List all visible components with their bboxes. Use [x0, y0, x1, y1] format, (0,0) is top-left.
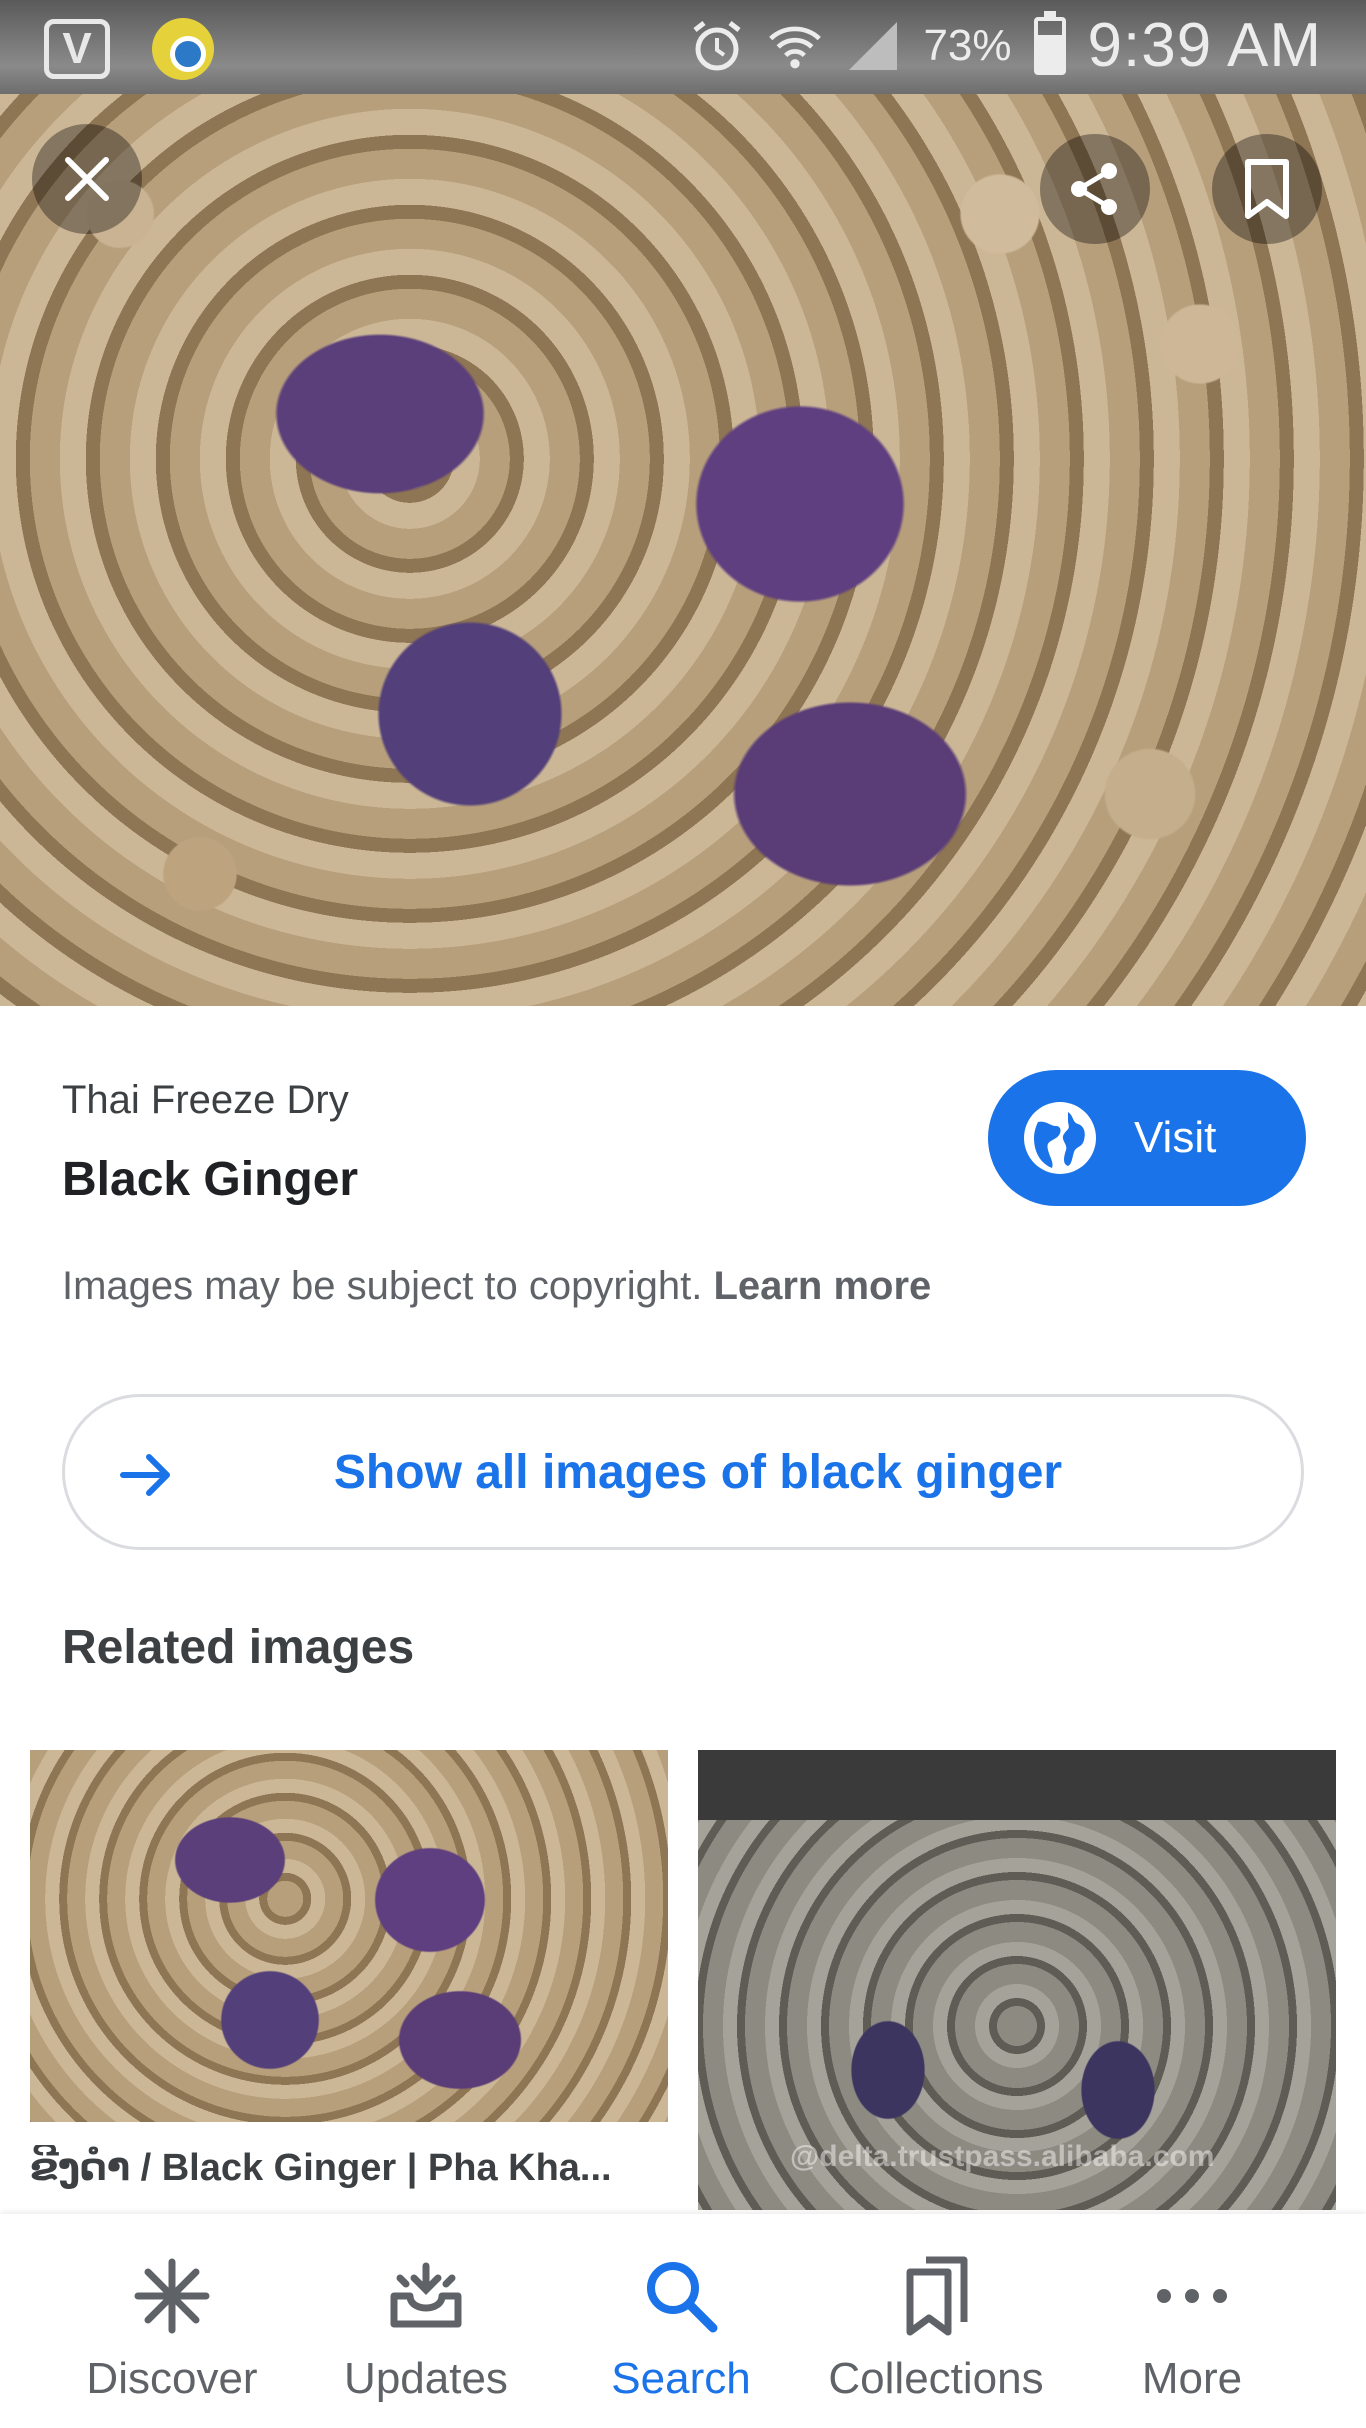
nav-label: More: [1141, 2354, 1243, 2403]
main-image[interactable]: [0, 94, 1366, 1006]
battery-percent: 73%: [923, 20, 1012, 70]
search-icon: [647, 2262, 718, 2333]
show-all-images-button[interactable]: Show all images of black ginger: [62, 1394, 1304, 1550]
related-images-heading: Related images: [62, 1621, 415, 1674]
v-app-icon: V: [44, 19, 110, 79]
nav-label: Collections: [828, 2354, 1044, 2403]
nav-collections[interactable]: Collections: [816, 2256, 1056, 2404]
nav-search[interactable]: Search: [561, 2256, 801, 2404]
bookmark-icon: [1245, 159, 1289, 219]
alarm-icon: [689, 18, 745, 74]
related-image-thumbnail[interactable]: @delta.trustpass.alibaba.com: [698, 1750, 1336, 2210]
image-watermark: @delta.trustpass.alibaba.com: [790, 2140, 1215, 2173]
copyright-text: Images may be subject to copyright.: [62, 1264, 703, 1308]
updates-tray-icon: [390, 2262, 462, 2328]
source-site-name[interactable]: Thai Freeze Dry: [62, 1078, 349, 1123]
save-to-collection-button[interactable]: [1212, 134, 1322, 244]
share-button[interactable]: [1040, 134, 1150, 244]
clock: 9:39 AM: [1087, 11, 1322, 80]
share-icon: [1071, 163, 1117, 215]
signal-icon: [845, 18, 901, 74]
status-bar: V 73% 9:39 AM: [0, 0, 1366, 94]
nav-label: Search: [611, 2354, 751, 2403]
nav-discover[interactable]: Discover: [52, 2256, 292, 2404]
wifi-icon: [767, 18, 823, 74]
globe-icon: [1024, 1102, 1096, 1174]
visit-label: Visit: [1134, 1113, 1217, 1162]
battery-icon: [1033, 10, 1066, 75]
show-all-images-label: Show all images of black ginger: [333, 1445, 1063, 1499]
image-title[interactable]: Black Ginger: [62, 1152, 358, 1207]
related-image-thumbnail[interactable]: [30, 1750, 668, 2122]
close-icon: [65, 157, 109, 201]
visit-button[interactable]: Visit: [988, 1070, 1306, 1206]
more-dots-icon: [1157, 2289, 1227, 2303]
nav-label: Discover: [86, 2354, 258, 2403]
nav-more[interactable]: More: [1072, 2256, 1312, 2404]
arrow-right-icon: [120, 1454, 170, 1496]
bottom-navigation: Discover Updates Search Collections More: [0, 2214, 1366, 2428]
asterisk-icon: [134, 2258, 210, 2334]
copyright-notice: Images may be subject to copyright. Lear…: [62, 1264, 931, 1309]
close-button[interactable]: [32, 124, 142, 234]
collections-icon: [906, 2256, 968, 2336]
nav-label: Updates: [344, 2354, 508, 2403]
learn-more-link[interactable]: Learn more: [713, 1264, 931, 1308]
related-image-caption[interactable]: ຂີງດໍາ / Black Ginger | Pha Kha...: [30, 2145, 668, 2190]
notification-app-icon: [152, 18, 214, 80]
nav-updates[interactable]: Updates: [306, 2256, 546, 2404]
